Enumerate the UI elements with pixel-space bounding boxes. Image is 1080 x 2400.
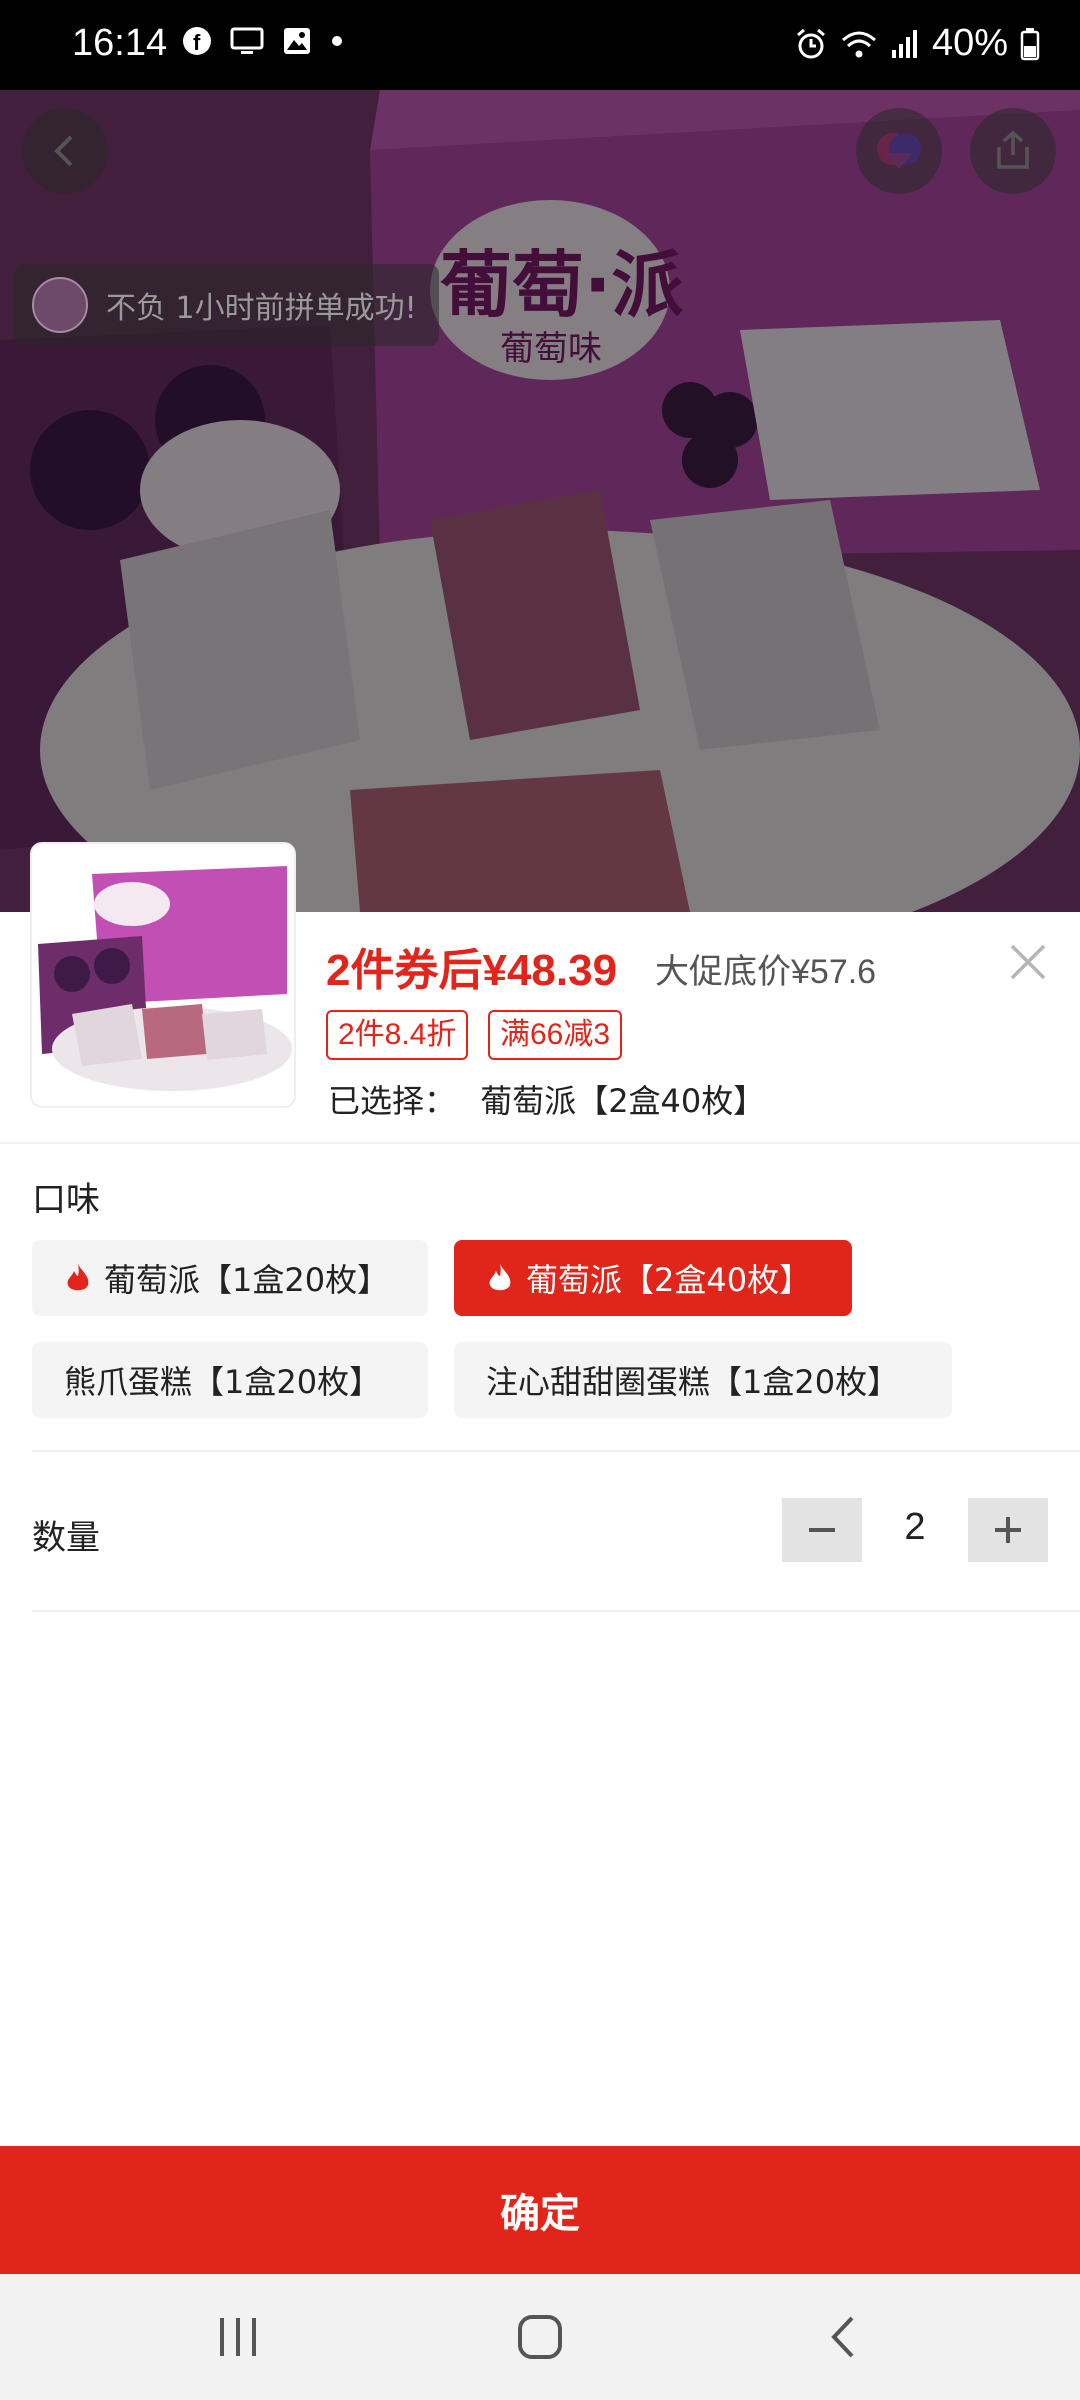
status-bar: 16:14 f 40% <box>0 0 1080 90</box>
divider <box>32 1450 1080 1452</box>
quantity-decrease-button[interactable] <box>782 1498 862 1562</box>
chevron-left-icon <box>54 135 73 167</box>
svg-text:f: f <box>193 30 201 55</box>
flavor-option-donut-cake[interactable]: 注心甜甜圈蛋糕【1盒20枚】 <box>454 1342 952 1418</box>
discount-tag: 2件8.4折 <box>326 1010 469 1060</box>
wifi-icon <box>841 31 876 57</box>
flavor-option-label: 熊爪蛋糕【1盒20枚】 <box>64 1363 382 1401</box>
flavor-option-label: 葡萄派【2盒40枚】 <box>526 1261 812 1299</box>
status-left-icons: f <box>182 26 344 56</box>
flavor-option-bear-claw[interactable]: 熊爪蛋糕【1盒20枚】 <box>32 1342 428 1418</box>
fire-icon <box>64 1262 92 1294</box>
close-button[interactable] <box>1006 940 1050 984</box>
group-buy-toast: 不负 1小时前拼单成功! <box>14 264 439 346</box>
plus-icon <box>995 1517 1021 1543</box>
flavor-option-grape-1box[interactable]: 葡萄派【1盒20枚】 <box>32 1240 428 1316</box>
fire-icon <box>486 1262 514 1294</box>
toast-text: 不负 1小时前拼单成功! <box>106 291 417 326</box>
coupon-price: 2件券后¥48.39 <box>326 946 618 995</box>
promo-base-price: 大促底价¥57.6 <box>655 953 877 991</box>
recent-apps-icon[interactable] <box>216 2312 260 2362</box>
quantity-increase-button[interactable] <box>968 1498 1048 1562</box>
heart-logo-icon <box>877 133 921 169</box>
quantity-value[interactable]: 2 <box>880 1506 950 1549</box>
alarm-icon <box>796 28 825 58</box>
close-icon <box>1010 944 1046 980</box>
product-hero-image: 葡萄·派 葡萄味 不负 1小时前拼单成功! <box>0 90 1080 912</box>
flavor-option-label: 葡萄派【1盒20枚】 <box>104 1261 390 1299</box>
quantity-label: 数量 <box>32 1518 100 1558</box>
screen-cast-icon <box>230 27 264 54</box>
flavor-option-grape-2box[interactable]: 葡萄派【2盒40枚】 <box>454 1240 852 1316</box>
full-reduction-tag: 满66减3 <box>488 1010 623 1060</box>
share-icon <box>997 130 1029 169</box>
selected-label: 已选择： <box>328 1082 457 1120</box>
signal-icon <box>891 29 917 58</box>
facebook-icon: f <box>183 27 211 55</box>
selected-sku: 已选择： 葡萄派【2盒40枚】 <box>328 1076 765 1122</box>
flavor-option-label: 注心甜甜圈蛋糕【1盒20枚】 <box>486 1363 900 1401</box>
flavor-label: 口味 <box>32 1180 100 1220</box>
battery-percent: 40% <box>931 22 1008 64</box>
status-time: 16:14 <box>72 22 168 64</box>
minus-icon <box>809 1528 835 1532</box>
home-icon[interactable] <box>516 2312 564 2362</box>
dot-icon <box>332 36 342 46</box>
divider <box>32 1610 1080 1612</box>
share-button[interactable] <box>970 108 1056 194</box>
app-logo-button[interactable] <box>856 108 942 194</box>
product-thumbnail[interactable] <box>32 844 294 1106</box>
modal-overlay[interactable] <box>0 90 1080 912</box>
back-button[interactable] <box>22 108 108 194</box>
gallery-icon <box>284 28 310 54</box>
selected-value: 葡萄派【2盒40枚】 <box>480 1082 766 1120</box>
system-nav-bar <box>0 2274 1080 2400</box>
product-thumbnail-image <box>32 844 294 1106</box>
status-right: 40% <box>794 22 1040 65</box>
back-nav-icon[interactable] <box>824 2312 864 2362</box>
divider <box>0 1142 1080 1144</box>
avatar <box>32 277 88 333</box>
battery-icon <box>1020 27 1040 60</box>
confirm-button[interactable]: 确定 <box>0 2146 1080 2274</box>
